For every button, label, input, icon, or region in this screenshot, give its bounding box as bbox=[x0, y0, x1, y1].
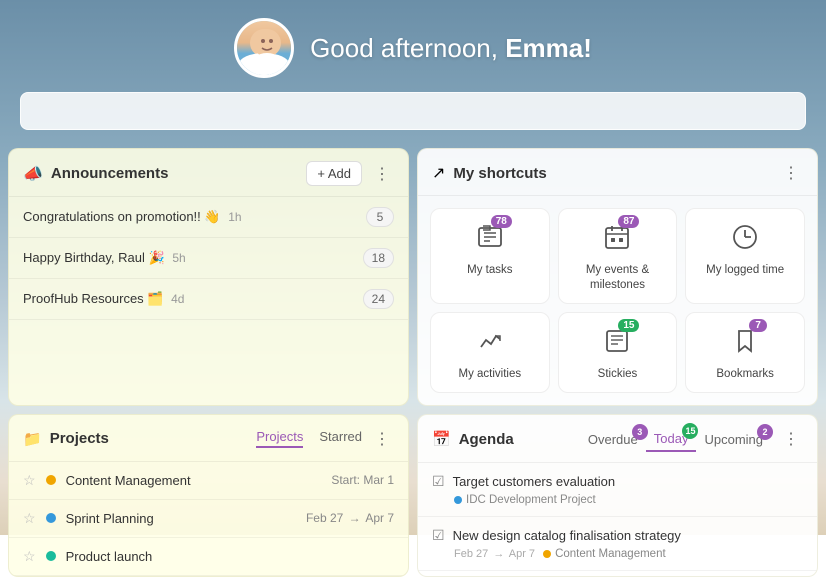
avatar bbox=[234, 18, 294, 78]
tab-upcoming[interactable]: Upcoming 2 bbox=[696, 428, 771, 451]
folder-icon: 📁 bbox=[23, 430, 42, 448]
tab-today[interactable]: Today 15 bbox=[646, 427, 697, 452]
project-date-2: Feb 27 → Apr 7 bbox=[306, 511, 394, 525]
project-dot-2 bbox=[46, 513, 56, 523]
agenda-item-1[interactable]: ☑ Target customers evaluation IDC Develo… bbox=[418, 463, 817, 517]
shortcuts-icon: ↗ bbox=[432, 163, 445, 183]
announcements-title: Announcements bbox=[51, 165, 298, 182]
activities-icon bbox=[476, 327, 504, 361]
shortcut-my-tasks[interactable]: 78 My tasks bbox=[430, 208, 550, 304]
project-name-2: Sprint Planning bbox=[66, 511, 296, 526]
shortcuts-header: ↗ My shortcuts ⋮ bbox=[418, 149, 817, 196]
announcements-header: 📣 Announcements + Add ⋮ bbox=[9, 149, 408, 197]
star-icon-3[interactable]: ☆ bbox=[23, 548, 36, 565]
agenda-tabs: Overdue 3 Today 15 Upcoming 2 bbox=[580, 427, 771, 452]
task-icon-1: ☑ bbox=[432, 473, 445, 490]
shortcut-tasks-label: My tasks bbox=[467, 263, 512, 278]
greeting-text: Good afternoon, Emma! bbox=[310, 33, 592, 64]
clock-icon bbox=[731, 223, 759, 257]
stickies-icon: 15 bbox=[603, 327, 631, 361]
agenda-panel: 📅 Agenda Overdue 3 Today 15 Upcoming 2 bbox=[417, 414, 818, 577]
announcements-icon: 📣 bbox=[23, 164, 43, 184]
projects-header: 📁 Projects Projects Starred ⋮ bbox=[9, 415, 408, 462]
projects-more-button[interactable]: ⋮ bbox=[370, 427, 394, 451]
add-announcement-button[interactable]: + Add bbox=[306, 161, 362, 186]
star-icon-2[interactable]: ☆ bbox=[23, 510, 36, 527]
project-item-2[interactable]: ☆ Sprint Planning Feb 27 → Apr 7 bbox=[9, 500, 408, 538]
tab-projects[interactable]: Projects bbox=[256, 429, 303, 448]
tab-starred[interactable]: Starred bbox=[319, 429, 362, 448]
search-input[interactable] bbox=[20, 92, 806, 130]
project-indicator-1 bbox=[454, 496, 462, 504]
project-item-1[interactable]: ☆ Content Management Start: Mar 1 bbox=[9, 462, 408, 500]
shortcut-bookmarks[interactable]: 7 Bookmarks bbox=[685, 312, 805, 393]
announcement-item-1[interactable]: Congratulations on promotion!! 👋 1h 5 bbox=[9, 197, 408, 238]
search-bar bbox=[20, 92, 806, 130]
shortcut-stickies-label: Stickies bbox=[598, 367, 638, 382]
shortcut-events[interactable]: 87 My events & milestones bbox=[558, 208, 678, 304]
shortcut-activities[interactable]: My activities bbox=[430, 312, 550, 393]
project-dot-1 bbox=[46, 475, 56, 485]
shortcut-events-label: My events & milestones bbox=[567, 263, 669, 293]
project-item-3[interactable]: ☆ Product launch bbox=[9, 538, 408, 576]
project-dot-3 bbox=[46, 551, 56, 561]
shortcuts-more-button[interactable]: ⋮ bbox=[779, 161, 803, 185]
projects-tabs: Projects Starred bbox=[256, 429, 362, 448]
announcement-item-2[interactable]: Happy Birthday, Raul 🎉 5h 18 bbox=[9, 238, 408, 279]
projects-panel: 📁 Projects Projects Starred ⋮ ☆ Content … bbox=[8, 414, 409, 577]
bookmarks-icon: 7 bbox=[731, 327, 759, 361]
announcements-panel: 📣 Announcements + Add ⋮ Congratulations … bbox=[8, 148, 409, 406]
project-name-1: Content Management bbox=[66, 473, 322, 488]
shortcuts-grid: 78 My tasks bbox=[418, 196, 817, 405]
project-date-1: Start: Mar 1 bbox=[331, 473, 394, 487]
shortcut-activities-label: My activities bbox=[459, 367, 522, 382]
announcement-item-3[interactable]: ProofHub Resources 🗂️ 4d 24 bbox=[9, 279, 408, 320]
shortcut-time-label: My logged time bbox=[706, 263, 784, 278]
shortcut-bookmarks-label: Bookmarks bbox=[716, 367, 774, 382]
agenda-title: Agenda bbox=[459, 431, 572, 448]
announcements-more-button[interactable]: ⋮ bbox=[370, 162, 394, 186]
tab-overdue[interactable]: Overdue 3 bbox=[580, 428, 646, 451]
task-icon-2: ☑ bbox=[432, 527, 445, 544]
header: Good afternoon, Emma! bbox=[0, 0, 826, 92]
events-icon: 87 bbox=[603, 223, 631, 257]
shortcut-stickies[interactable]: 15 Stickies bbox=[558, 312, 678, 393]
star-icon-1[interactable]: ☆ bbox=[23, 472, 36, 489]
agenda-more-button[interactable]: ⋮ bbox=[779, 427, 803, 451]
shortcuts-title: My shortcuts bbox=[453, 165, 771, 182]
project-indicator-2 bbox=[543, 550, 551, 558]
agenda-item-2[interactable]: ☑ New design catalog finalisation strate… bbox=[418, 517, 817, 571]
project-name-3: Product launch bbox=[66, 549, 384, 564]
shortcuts-panel: ↗ My shortcuts ⋮ bbox=[417, 148, 818, 406]
agenda-icon: 📅 bbox=[432, 430, 451, 448]
shortcut-logged-time[interactable]: My logged time bbox=[685, 208, 805, 304]
agenda-header: 📅 Agenda Overdue 3 Today 15 Upcoming 2 bbox=[418, 415, 817, 463]
projects-title: Projects bbox=[50, 430, 249, 447]
tasks-icon: 78 bbox=[476, 223, 504, 257]
